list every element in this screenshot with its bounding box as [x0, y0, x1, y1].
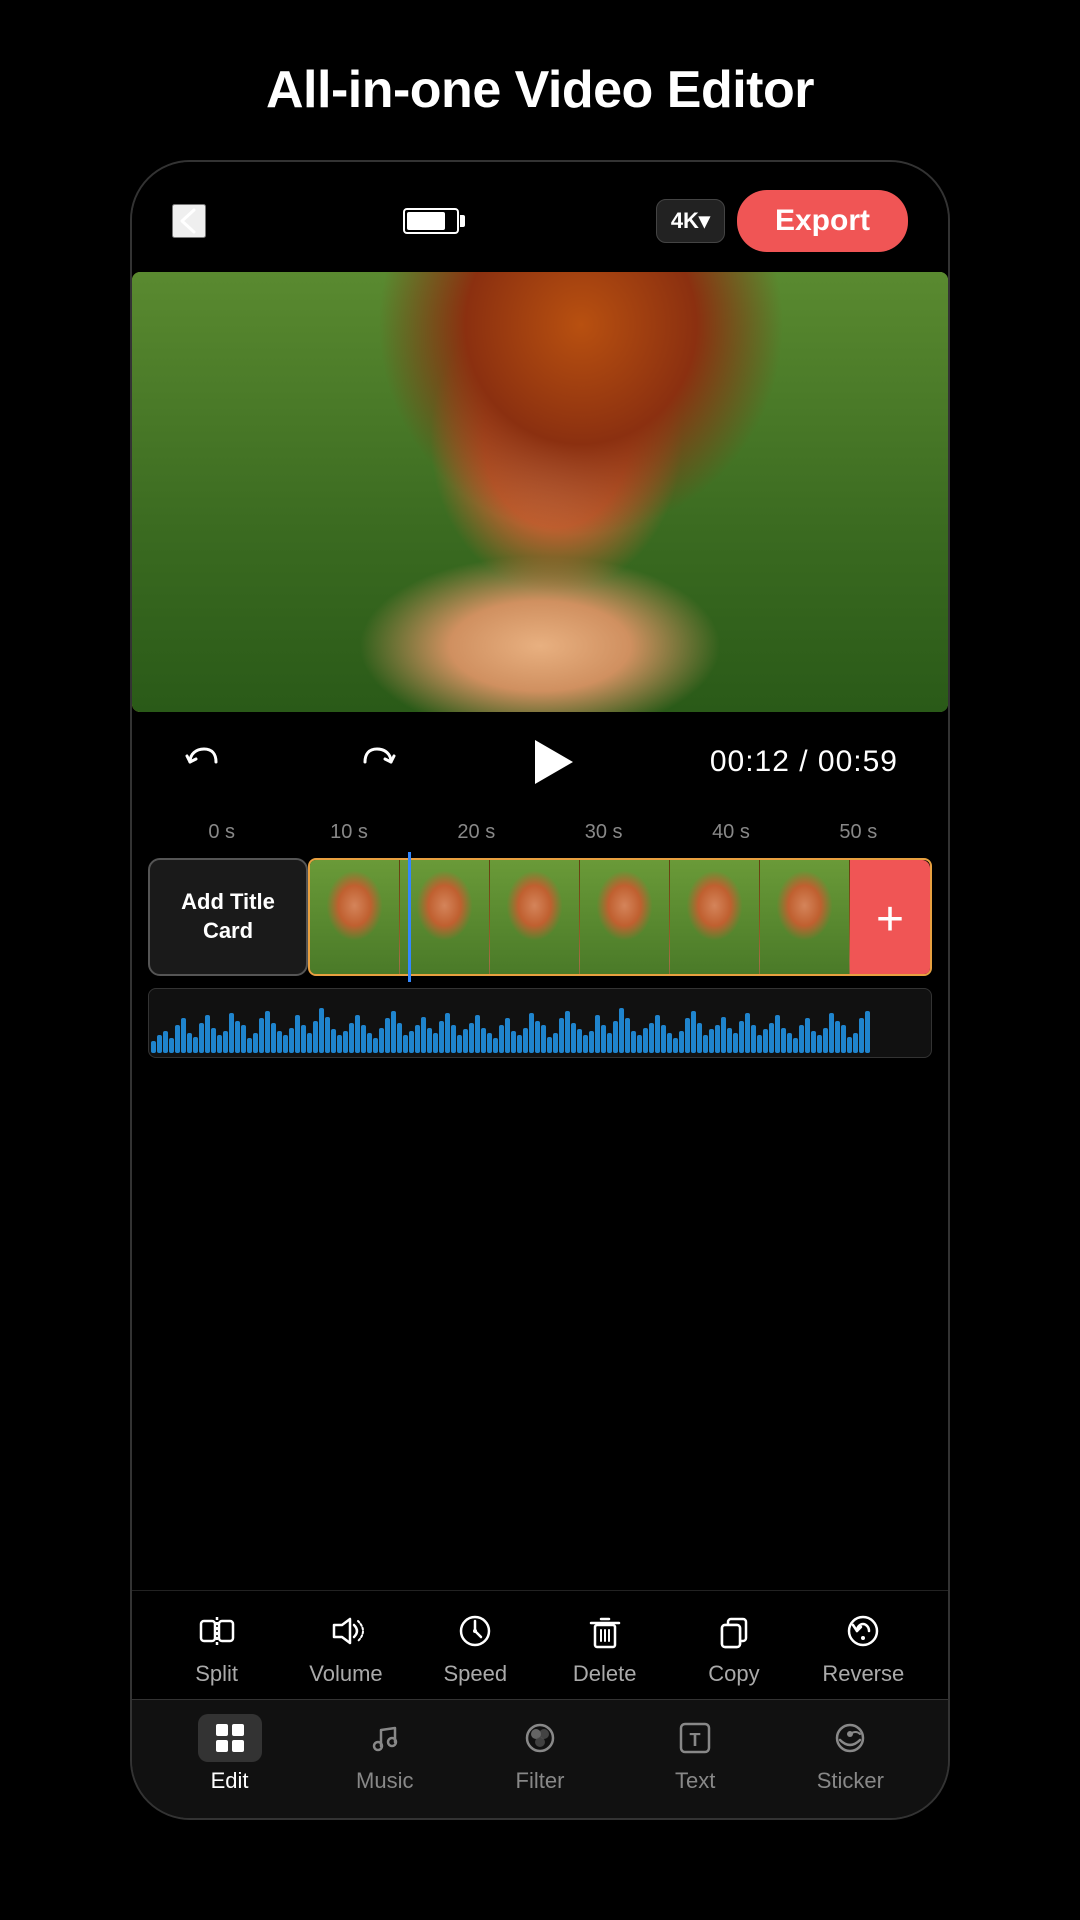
delete-icon — [585, 1609, 625, 1653]
text-nav-label: Text — [675, 1768, 715, 1794]
timeline-ruler: 0 s 10 s 20 s 30 s 40 s 50 s — [142, 812, 938, 852]
video-frame-5 — [670, 860, 760, 974]
edit-nav-icon — [198, 1714, 262, 1762]
video-frame-3 — [490, 860, 580, 974]
waveform-track — [148, 988, 932, 1058]
reverse-icon — [843, 1609, 883, 1653]
delete-label: Delete — [573, 1661, 637, 1687]
video-frame-6 — [760, 860, 850, 974]
edit-toolbar: Split Volume Speed — [132, 1590, 948, 1699]
time-display: 00:12 / 00:59 — [710, 745, 898, 779]
sticker-nav-icon — [832, 1714, 868, 1762]
nav-item-edit[interactable]: Edit — [175, 1714, 285, 1794]
toolbar-item-copy[interactable]: Copy — [689, 1609, 779, 1687]
copy-icon — [714, 1609, 754, 1653]
filter-nav-label: Filter — [516, 1768, 565, 1794]
add-clip-button[interactable]: + — [850, 860, 930, 976]
video-frame-2 — [400, 860, 490, 974]
phone-frame: 4K▾ Export 00:12 / 00:59 — [130, 160, 950, 1820]
timeline-controls: 00:12 / 00:59 — [132, 712, 948, 812]
toolbar-item-delete[interactable]: Delete — [560, 1609, 650, 1687]
timeline-area: 0 s 10 s 20 s 30 s 40 s 50 s Add Title C… — [132, 812, 948, 1590]
ruler-mark-40: 40 s — [667, 821, 794, 844]
phone-topbar: 4K▾ Export — [132, 162, 948, 272]
volume-label: Volume — [309, 1661, 382, 1687]
speed-label: Speed — [444, 1661, 508, 1687]
portrait-hair — [377, 272, 785, 536]
timeline-track: Add Title Card + — [142, 852, 938, 982]
play-button[interactable] — [535, 740, 573, 784]
ruler-mark-30: 30 s — [540, 821, 667, 844]
nav-item-sticker[interactable]: Sticker — [795, 1714, 905, 1794]
filter-nav-icon — [522, 1714, 558, 1762]
music-nav-label: Music — [356, 1768, 413, 1794]
nav-item-music[interactable]: Music — [330, 1714, 440, 1794]
video-frame-1 — [310, 860, 400, 974]
add-title-card-button[interactable]: Add Title Card — [148, 858, 308, 976]
toolbar-item-volume[interactable]: Volume — [301, 1609, 391, 1687]
toolbar-item-reverse[interactable]: Reverse — [818, 1609, 908, 1687]
ruler-mark-0: 0 s — [158, 821, 285, 844]
topbar-right: 4K▾ Export — [656, 190, 908, 252]
export-button[interactable]: Export — [737, 190, 908, 252]
battery-icon — [403, 208, 459, 234]
split-label: Split — [195, 1661, 238, 1687]
app-title: All-in-one Video Editor — [0, 0, 1080, 160]
toolbar-item-split[interactable]: Split — [172, 1609, 262, 1687]
nav-item-text[interactable]: T Text — [640, 1714, 750, 1794]
ruler-mark-50: 50 s — [795, 821, 922, 844]
ruler-mark-20: 20 s — [413, 821, 540, 844]
ruler-mark-10: 10 s — [285, 821, 412, 844]
speed-icon — [455, 1609, 495, 1653]
sticker-nav-label: Sticker — [817, 1768, 884, 1794]
volume-icon — [326, 1609, 366, 1653]
text-nav-icon: T — [677, 1714, 713, 1762]
undo-button[interactable] — [182, 742, 222, 782]
resolution-badge[interactable]: 4K▾ — [656, 199, 725, 243]
video-strip[interactable]: + — [308, 858, 932, 976]
back-button[interactable] — [172, 204, 206, 238]
video-thumbnail — [132, 272, 948, 712]
video-preview — [132, 272, 948, 712]
toolbar-item-speed[interactable]: Speed — [430, 1609, 520, 1687]
edit-nav-label: Edit — [211, 1768, 249, 1794]
reverse-label: Reverse — [822, 1661, 904, 1687]
nav-item-filter[interactable]: Filter — [485, 1714, 595, 1794]
redo-button[interactable] — [359, 742, 399, 782]
bottom-nav: Edit Music Filter — [132, 1699, 948, 1818]
music-nav-icon — [367, 1714, 403, 1762]
video-frame-4 — [580, 860, 670, 974]
copy-label: Copy — [708, 1661, 759, 1687]
svg-text:T: T — [690, 1730, 701, 1750]
ruler-marks: 0 s 10 s 20 s 30 s 40 s 50 s — [158, 821, 922, 844]
split-icon — [197, 1609, 237, 1653]
